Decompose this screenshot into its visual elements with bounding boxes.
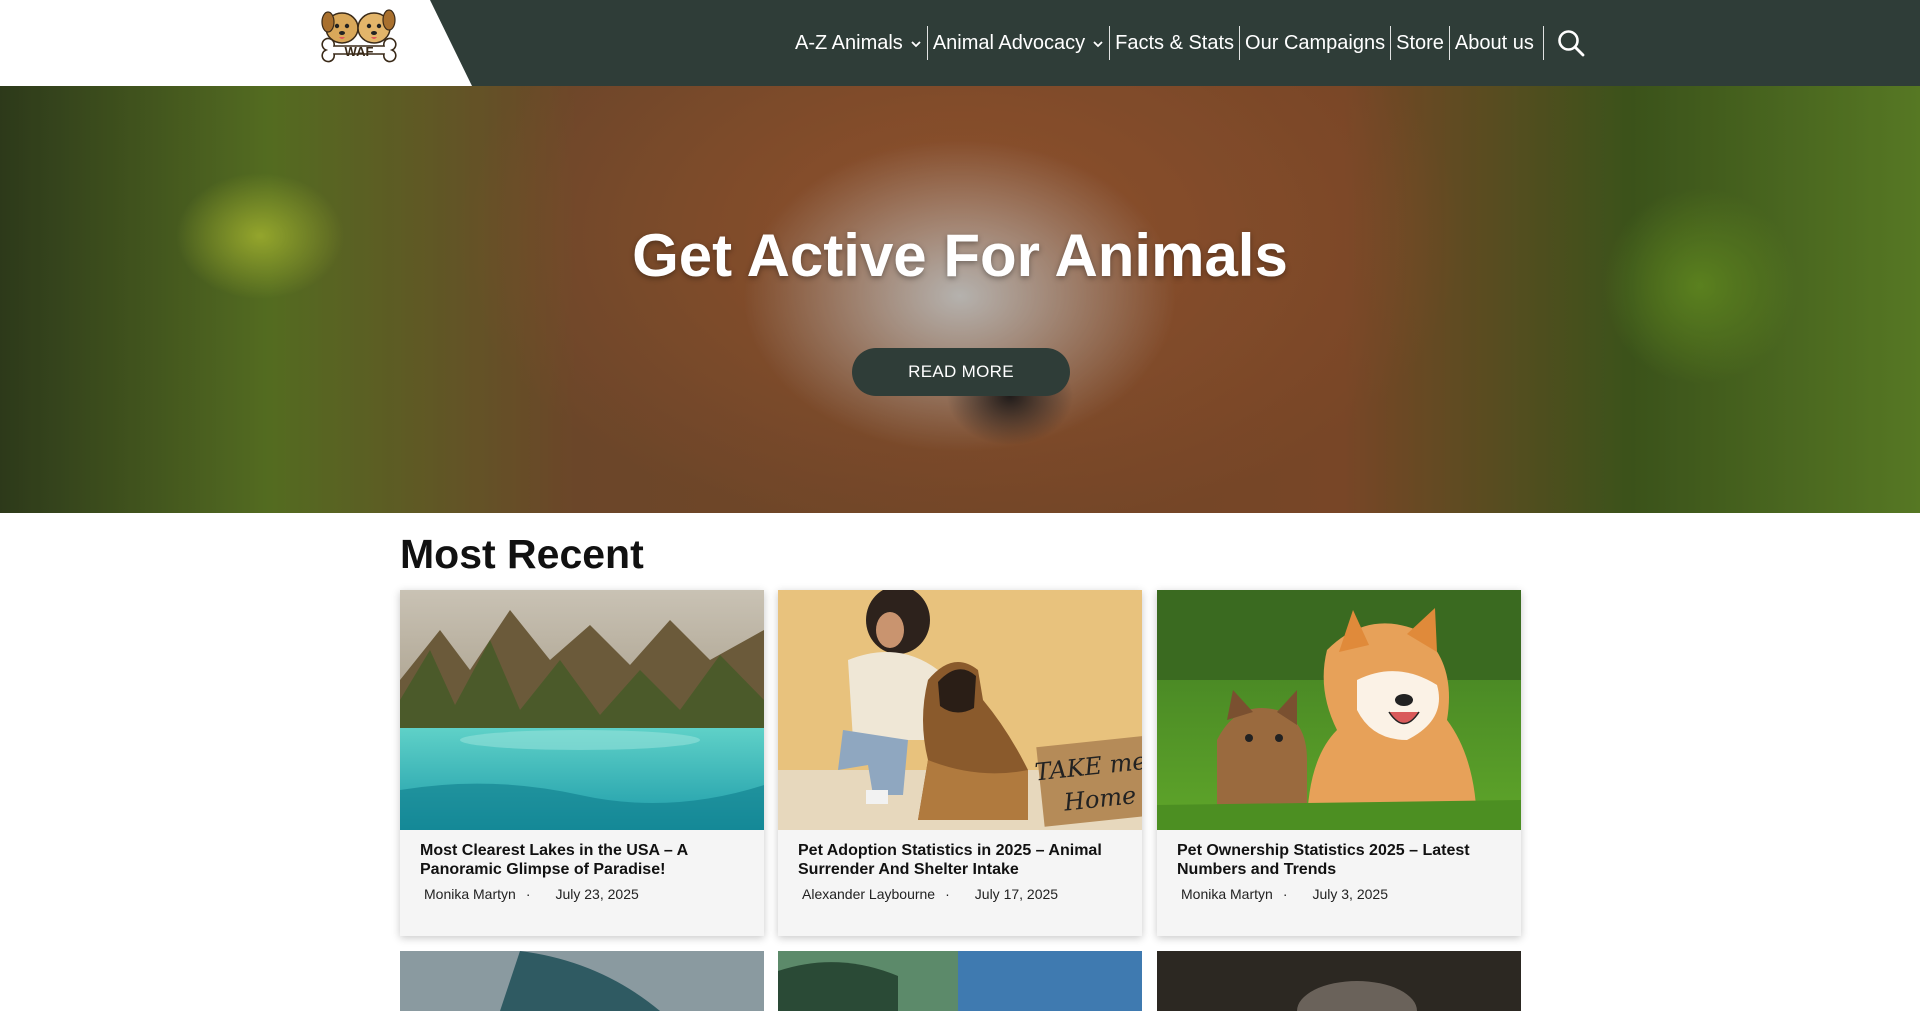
post-card-partial[interactable] [778,951,1142,1011]
post-image-partial[interactable] [778,951,1142,1011]
meta-separator: · [945,886,950,902]
nav-label: Store [1396,31,1444,54]
meta-separator: · [1282,886,1288,902]
post-card-partial[interactable] [1157,951,1521,1011]
post-card[interactable]: Most Clearest Lakes in the USA – A Panor… [400,590,764,936]
post-image-lake[interactable] [400,590,764,830]
post-title[interactable]: Pet Adoption Statistics in 2025 – Animal… [798,841,1128,879]
post-card[interactable]: Pet Ownership Statistics 2025 – Latest N… [1157,590,1521,936]
chevron-down-icon [1093,40,1103,47]
read-more-button[interactable]: READ MORE [852,348,1070,396]
post-date: July 23, 2025 [555,886,639,902]
nav-label: A-Z Animals [795,31,903,54]
search-icon[interactable] [1556,28,1586,58]
post-author[interactable]: Alexander Laybourne [802,886,935,902]
nav-label: Our Campaigns [1245,31,1386,54]
nav-label: About us [1454,31,1534,54]
nav-store[interactable]: Store [1390,26,1449,60]
nav-about-us[interactable]: About us [1448,26,1539,60]
meta-separator: · [525,886,531,902]
nav-our-campaigns[interactable]: Our Campaigns [1239,26,1390,60]
post-card-partial[interactable] [400,951,764,1011]
logo-text: WAF [345,44,374,59]
post-author[interactable]: Monika Martyn [1181,886,1273,902]
section-title: Most Recent [400,531,644,577]
hero-title: Get Active For Animals [632,222,1288,289]
main-nav: A-Z Animals Animal Advocacy Facts & Stat… [790,0,1586,86]
site-header: WAF A-Z Animals Animal Advocacy Facts & … [0,0,1920,86]
post-image-partial[interactable] [400,951,764,1011]
post-image-pets[interactable] [1157,590,1521,830]
post-title[interactable]: Most Clearest Lakes in the USA – A Panor… [420,841,750,879]
post-image-adoption[interactable]: TAKE me Home [778,590,1142,830]
logo-area: WAF [0,0,472,86]
post-meta: Alexander Laybourne · July 17, 2025 [802,886,1058,902]
nav-label: Animal Advocacy [932,31,1086,54]
post-meta: Monika Martyn · July 3, 2025 [1181,886,1388,902]
nav-facts-stats[interactable]: Facts & Stats [1109,26,1239,60]
nav-a-z-animals[interactable]: A-Z Animals [790,26,927,60]
post-date: July 17, 2025 [974,886,1059,902]
post-title[interactable]: Pet Ownership Statistics 2025 – Latest N… [1177,841,1507,879]
post-card[interactable]: TAKE me Home Pet Adoption Statistics in … [778,590,1142,936]
post-date: July 3, 2025 [1312,886,1388,902]
nav-animal-advocacy[interactable]: Animal Advocacy [926,26,1109,60]
post-image-partial[interactable] [1157,951,1521,1011]
nav-label: Facts & Stats [1115,31,1235,54]
waf-logo[interactable]: WAF [312,6,406,70]
hero-banner: Get Active For Animals READ MORE [0,86,1920,513]
post-meta: Monika Martyn · July 23, 2025 [424,886,639,902]
nav-divider [1542,26,1544,60]
post-author[interactable]: Monika Martyn [424,886,516,902]
chevron-down-icon [911,40,921,47]
